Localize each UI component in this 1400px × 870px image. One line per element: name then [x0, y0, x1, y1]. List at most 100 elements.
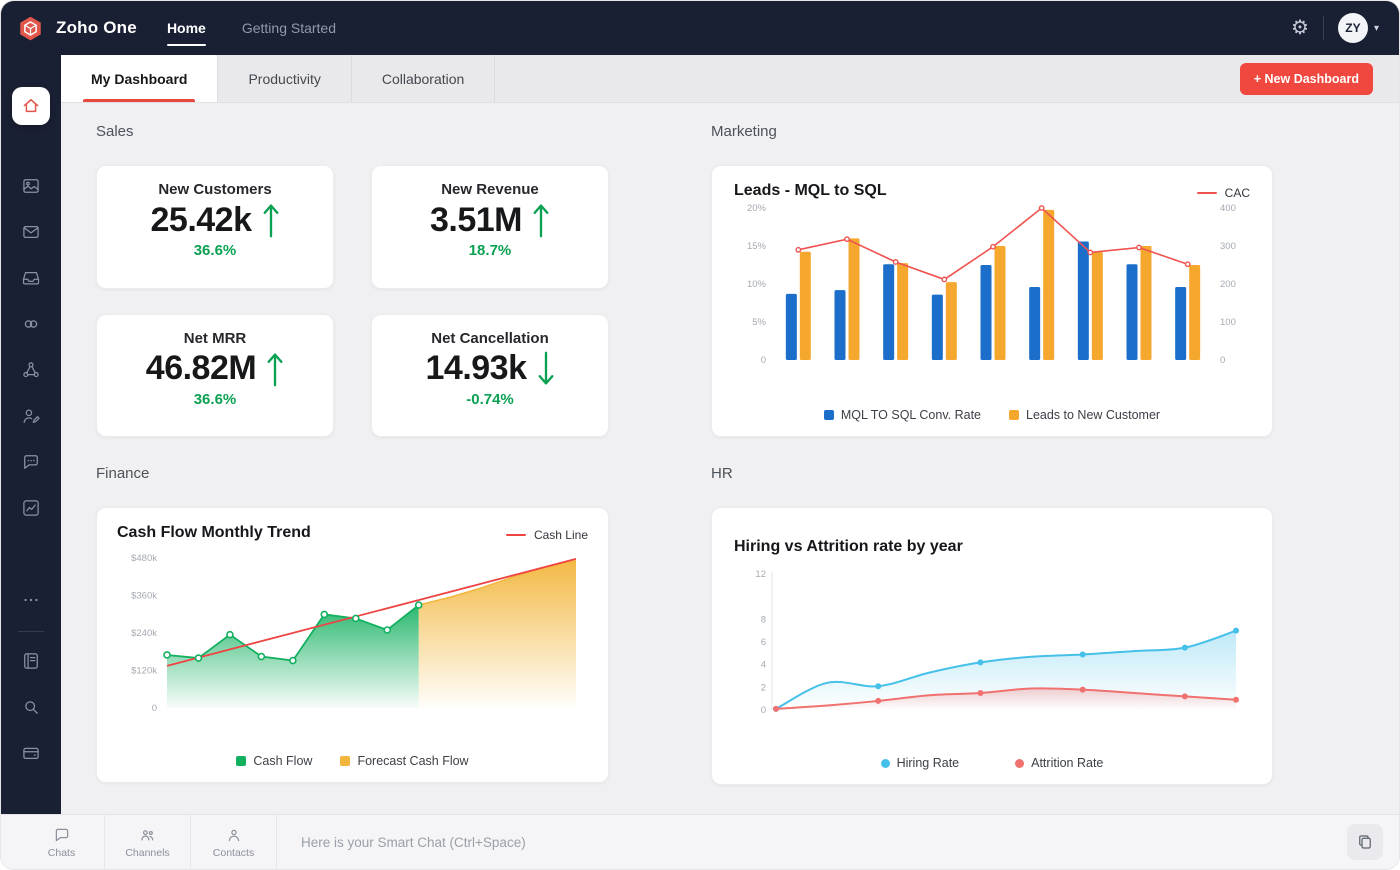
kpi-title: New Customers [158, 181, 272, 198]
kpi-title: New Revenue [441, 181, 539, 198]
svg-text:15%: 15% [747, 241, 767, 252]
gallery-icon [23, 179, 39, 193]
kpi-card-net-mrr: Net MRR 46.82M 36.6% [96, 313, 334, 437]
topbar-right: ⚙ ZY ▾ [1291, 13, 1379, 43]
sidebar-item-mail[interactable] [12, 213, 50, 251]
analytics-icon [23, 500, 39, 516]
legend-item: Leads to New Customer [1009, 408, 1160, 422]
nav-home[interactable]: Home [166, 1, 206, 55]
kpi-delta: -0.74% [466, 390, 514, 408]
sidebar-item-network[interactable] [12, 351, 50, 389]
kpi-value: 25.42k [150, 200, 253, 239]
nav-getting-started[interactable]: Getting Started [242, 1, 336, 55]
tab-label: My Dashboard [91, 70, 188, 87]
sidebar-divider [18, 631, 44, 632]
sidebar-item-user-edit[interactable] [12, 397, 50, 435]
dashboard-tabbar: My Dashboard Productivity Collaboration … [61, 55, 1399, 103]
new-dashboard-button[interactable]: + New Dashboard [1239, 62, 1373, 95]
topbar: Zoho One Home Getting Started ⚙ ZY ▾ [1, 1, 1399, 55]
svg-text:5%: 5% [752, 317, 766, 328]
kpi-delta: 36.6% [193, 390, 237, 408]
finance-chart: 0 $120k $240k $360k $480k [131, 553, 577, 714]
sidebar-item-home[interactable] [12, 87, 50, 125]
settings-gear-icon[interactable]: ⚙ [1291, 18, 1309, 38]
svg-text:6: 6 [761, 637, 766, 648]
kpi-delta: 36.6% [193, 242, 237, 259]
kpi-value: 3.51M [430, 200, 523, 239]
section-title-finance: Finance [96, 465, 150, 482]
kpi-title: Net Cancellation [431, 329, 549, 347]
legend-item: Cash Flow [236, 754, 312, 768]
tab-my-dashboard[interactable]: My Dashboard [61, 55, 219, 102]
main-area: My Dashboard Productivity Collaboration … [61, 55, 1399, 814]
kpi-value: 14.93k [425, 349, 528, 387]
mql-swatch [823, 410, 834, 420]
sidebar-item-search[interactable] [12, 688, 50, 726]
top-navigation: Home Getting Started [166, 1, 336, 55]
user-menu[interactable]: ZY ▾ [1337, 13, 1379, 43]
smart-chat-bar: Chats Channels Contacts [1, 814, 1399, 869]
dock-label: Channels [125, 846, 170, 859]
sidebar-item-analytics[interactable] [12, 489, 50, 527]
topbar-divider [1322, 16, 1324, 40]
svg-text:20%: 20% [747, 203, 767, 214]
kpi-title: Net MRR [183, 329, 247, 347]
brand: Zoho One [17, 15, 137, 42]
svg-text:8: 8 [761, 614, 766, 625]
sidebar-item-inbox[interactable] [12, 259, 50, 297]
svg-text:$240k: $240k [131, 628, 157, 639]
cash-line-label: Cash Line [533, 528, 588, 542]
svg-text:100: 100 [1220, 317, 1236, 328]
hr-legend: Hiring Rate Attrition Rate [734, 756, 1250, 776]
user-edit-icon [23, 409, 40, 423]
clipboard-icon [1359, 835, 1371, 849]
sidebar-item-chat[interactable] [12, 443, 50, 481]
wallet-icon [23, 747, 39, 760]
chart-title: Hiring vs Attrition rate by year [734, 538, 963, 555]
hiring-swatch [880, 758, 890, 768]
cac-legend: CAC [1196, 186, 1250, 200]
marketing-chart: 0 5% 10% 15% 20% 0 100 200 300 400 [747, 203, 1236, 366]
section-title-marketing: Marketing [711, 123, 777, 140]
trend-up-arrow-icon [263, 204, 278, 238]
section-title-sales: Sales [96, 123, 134, 140]
clipboard-button[interactable] [1347, 824, 1383, 860]
forecast-swatch [340, 756, 351, 766]
kpi-delta: 18.7% [468, 242, 512, 259]
kpi-value: 46.82M [145, 349, 257, 387]
mail-icon [23, 225, 39, 239]
avatar[interactable]: ZY [1337, 13, 1368, 43]
chart-title: Cash Flow Monthly Trend [117, 524, 311, 541]
dock-item-chats[interactable]: Chats [19, 815, 105, 869]
trend-up-arrow-icon [533, 204, 549, 238]
kpi-card-new-revenue: New Revenue 3.51M 18.7% [371, 165, 609, 289]
inbox-icon [22, 271, 40, 285]
chevron-down-icon: ▾ [1373, 22, 1379, 34]
kpi-card-new-customers: New Customers 25.42k 36.6% [96, 165, 334, 289]
sidebar-item-notebook[interactable] [12, 642, 50, 680]
tab-collaboration[interactable]: Collaboration [352, 55, 496, 102]
cash-flow-swatch [236, 756, 247, 766]
leads-swatch [1009, 410, 1019, 420]
tab-productivity[interactable]: Productivity [218, 55, 352, 102]
kpi-card-net-cancellation: Net Cancellation 14.93k -0.74% [371, 313, 609, 437]
sidebar-item-gallery[interactable] [12, 167, 50, 205]
sidebar-item-link[interactable] [12, 305, 50, 343]
tab-label: Productivity [248, 70, 321, 87]
dock-label: Chats [47, 846, 76, 859]
network-icon [23, 362, 39, 378]
chat-icon [24, 455, 38, 469]
sidebar-item-more[interactable] [12, 581, 50, 619]
svg-text:200: 200 [1220, 279, 1236, 290]
dock-item-contacts[interactable]: Contacts [191, 815, 277, 869]
zoho-one-logo-icon [20, 16, 41, 40]
smart-chat-input[interactable] [301, 834, 1347, 850]
dock-item-channels[interactable]: Channels [105, 815, 191, 869]
svg-text:10%: 10% [747, 279, 767, 290]
channels-icon [140, 829, 153, 840]
legend-item: MQL TO SQL Conv. Rate [823, 408, 981, 422]
search-icon [25, 701, 38, 714]
marketing-chart-card: Leads - MQL to SQL CAC 0 5% 10% 15% 20% 0 100 2… [711, 165, 1273, 437]
sidebar [1, 55, 61, 814]
sidebar-item-wallet[interactable] [12, 734, 50, 772]
